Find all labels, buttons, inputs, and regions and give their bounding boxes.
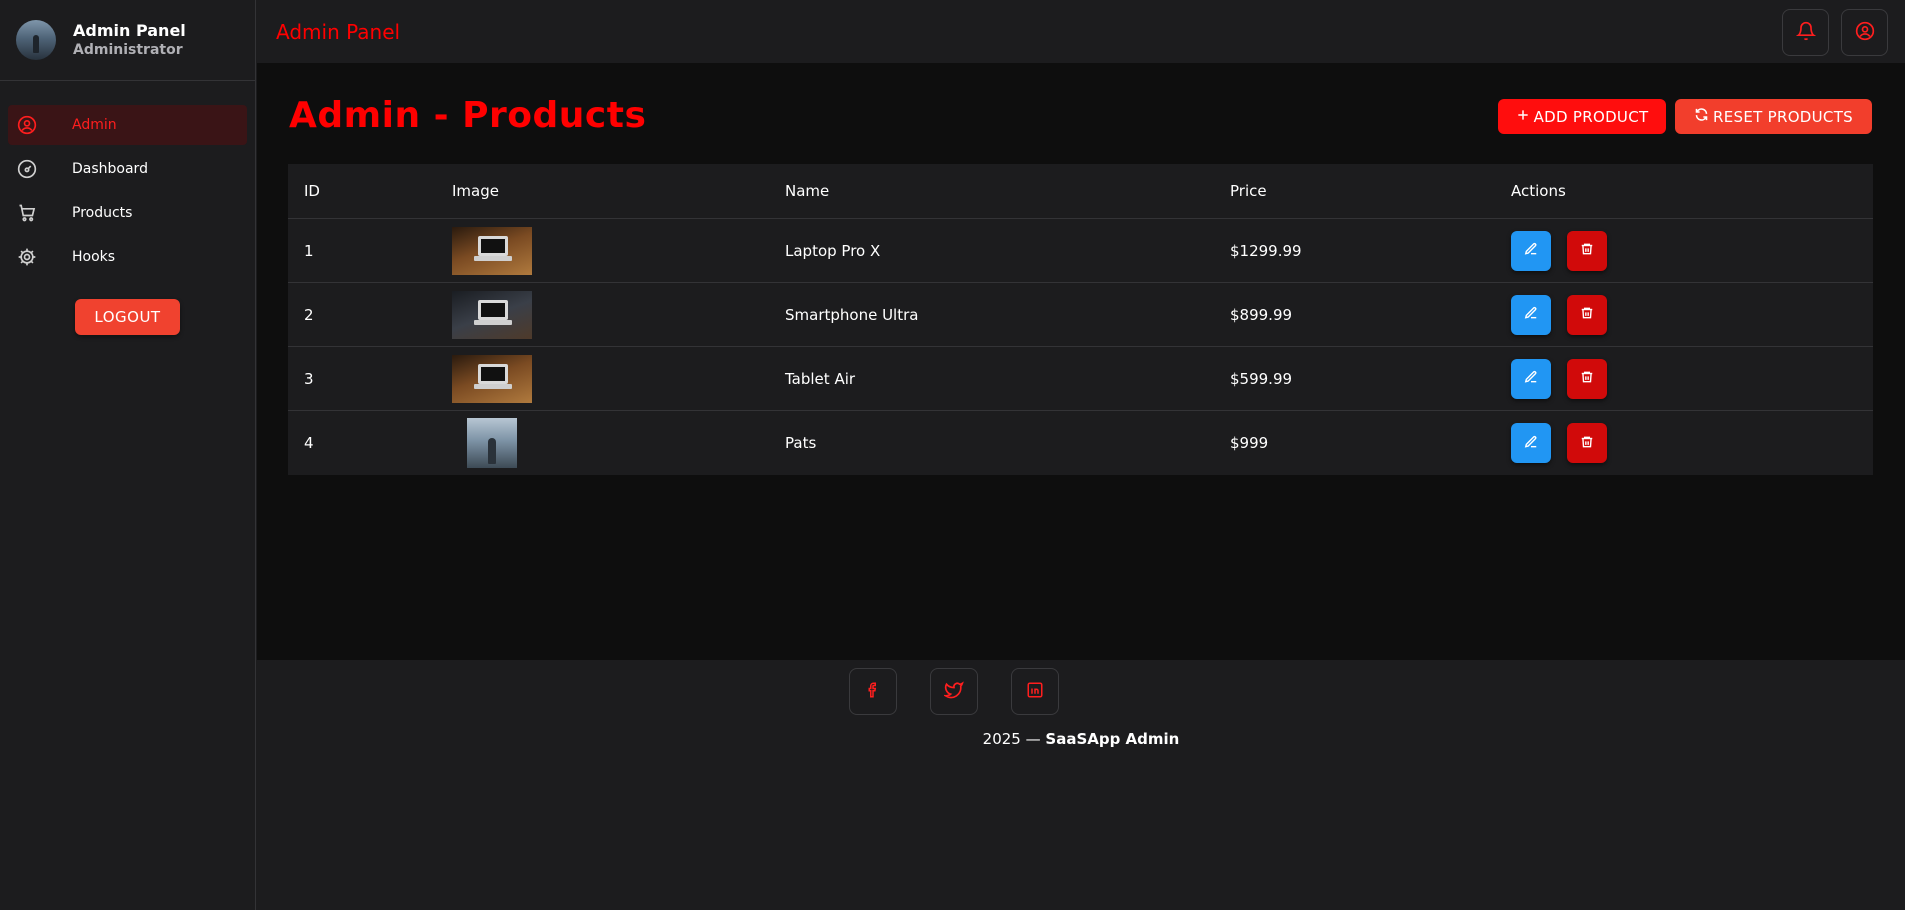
sidebar-item-label: Hooks xyxy=(72,249,116,265)
avatar[interactable] xyxy=(16,20,56,60)
copyright-brand: SaaSApp Admin xyxy=(1045,730,1180,748)
sidebar-item-dashboard[interactable]: Dashboard xyxy=(8,149,247,189)
copyright-prefix: 2025 — xyxy=(982,730,1041,748)
add-product-button[interactable]: ADD PRODUCT xyxy=(1498,99,1666,134)
pencil-icon xyxy=(1524,306,1538,323)
cell-price: $1299.99 xyxy=(1230,241,1302,260)
pencil-icon xyxy=(1524,242,1538,259)
column-header: Image xyxy=(452,182,499,200)
product-image xyxy=(452,226,532,275)
edit-button[interactable] xyxy=(1511,423,1551,463)
gauge-icon xyxy=(16,158,38,180)
twitter-link[interactable] xyxy=(930,668,978,715)
products-table: ID Image Name Price Actions 1 Laptop Pro… xyxy=(288,164,1873,475)
profile-button[interactable] xyxy=(1841,9,1888,56)
table-row: 2 Smartphone Ultra $899.99 xyxy=(288,283,1873,347)
topbar-title: Admin Panel xyxy=(276,19,401,44)
table-row: 4 Pats $999 xyxy=(288,411,1873,475)
cell-name: Tablet Air xyxy=(785,369,856,388)
cell-id: 2 xyxy=(304,305,314,324)
cell-id: 4 xyxy=(304,434,314,452)
delete-button[interactable] xyxy=(1567,294,1607,335)
row-actions xyxy=(1495,358,1873,399)
copyright: 2025 — SaaSApp Admin xyxy=(257,730,1905,748)
cell-name: Pats xyxy=(785,434,817,452)
sidebar-item-hooks[interactable]: Hooks xyxy=(8,237,247,277)
cell-price: $999 xyxy=(1230,434,1269,452)
refresh-icon xyxy=(1694,107,1709,126)
twitter-icon xyxy=(942,680,964,704)
user-circle-icon xyxy=(1855,21,1875,45)
table-row: 1 Laptop Pro X $1299.99 xyxy=(288,219,1873,283)
pencil-icon xyxy=(1524,435,1538,452)
product-image xyxy=(452,354,532,403)
facebook-icon xyxy=(864,681,882,703)
gear-icon xyxy=(16,246,38,268)
sidebar-item-label: Dashboard xyxy=(72,161,148,177)
row-actions xyxy=(1495,423,1873,463)
product-image xyxy=(452,290,532,339)
column-header: Name xyxy=(785,182,830,200)
delete-button[interactable] xyxy=(1567,358,1607,399)
column-header: Price xyxy=(1230,182,1267,200)
sidebar-nav: Admin Dashboard Products Hooks xyxy=(0,81,255,277)
sidebar-item-products[interactable]: Products xyxy=(8,193,247,233)
facebook-link[interactable] xyxy=(849,668,897,715)
user-circle-icon xyxy=(16,114,38,136)
linkedin-icon xyxy=(1026,681,1044,703)
sidebar-item-label: Products xyxy=(72,205,133,221)
edit-button[interactable] xyxy=(1511,230,1551,271)
plus-icon xyxy=(1516,108,1530,126)
delete-button[interactable] xyxy=(1567,423,1607,463)
sidebar-header: Admin Panel Administrator xyxy=(0,0,255,81)
page-title: Admin - Products xyxy=(289,95,647,136)
sidebar: Admin Panel Administrator Admin Dashboar… xyxy=(0,0,256,910)
linkedin-link[interactable] xyxy=(1011,668,1059,715)
footer: 2025 — SaaSApp Admin xyxy=(257,660,1905,910)
cell-price: $899.99 xyxy=(1230,305,1293,324)
bell-icon xyxy=(1795,21,1816,45)
table-header: ID Image Name Price Actions xyxy=(288,164,1873,219)
trash-icon xyxy=(1580,242,1594,259)
trash-icon xyxy=(1580,306,1594,323)
edit-button[interactable] xyxy=(1511,358,1551,399)
trash-icon xyxy=(1580,435,1594,452)
sidebar-item-label: Admin xyxy=(72,117,117,133)
add-product-label: ADD PRODUCT xyxy=(1533,107,1649,126)
table-row: 3 Tablet Air $599.99 xyxy=(288,347,1873,411)
sidebar-subtitle: Administrator xyxy=(73,42,183,58)
cell-price: $599.99 xyxy=(1230,369,1293,388)
trash-icon xyxy=(1580,370,1594,387)
cell-name: Laptop Pro X xyxy=(785,241,881,260)
pencil-icon xyxy=(1524,370,1538,387)
sidebar-item-admin[interactable]: Admin xyxy=(8,105,247,145)
cell-id: 3 xyxy=(304,369,314,388)
column-header: Actions xyxy=(1511,182,1566,200)
cart-icon xyxy=(16,202,38,224)
product-image xyxy=(467,418,517,468)
social-links xyxy=(849,668,1059,715)
topbar: Admin Panel xyxy=(257,0,1905,63)
reset-products-label: RESET PRODUCTS xyxy=(1713,107,1853,126)
sidebar-title: Admin Panel xyxy=(73,21,186,40)
reset-products-button[interactable]: RESET PRODUCTS xyxy=(1675,99,1872,134)
edit-button[interactable] xyxy=(1511,294,1551,335)
logout-button[interactable]: LOGOUT xyxy=(75,299,180,335)
row-actions xyxy=(1495,230,1873,271)
delete-button[interactable] xyxy=(1567,230,1607,271)
cell-name: Smartphone Ultra xyxy=(785,305,919,324)
column-header: ID xyxy=(304,182,320,200)
notifications-button[interactable] xyxy=(1782,9,1829,56)
row-actions xyxy=(1495,294,1873,335)
cell-id: 1 xyxy=(304,241,314,260)
main-content: Admin - Products ADD PRODUCT RESET PRODU… xyxy=(257,63,1905,660)
